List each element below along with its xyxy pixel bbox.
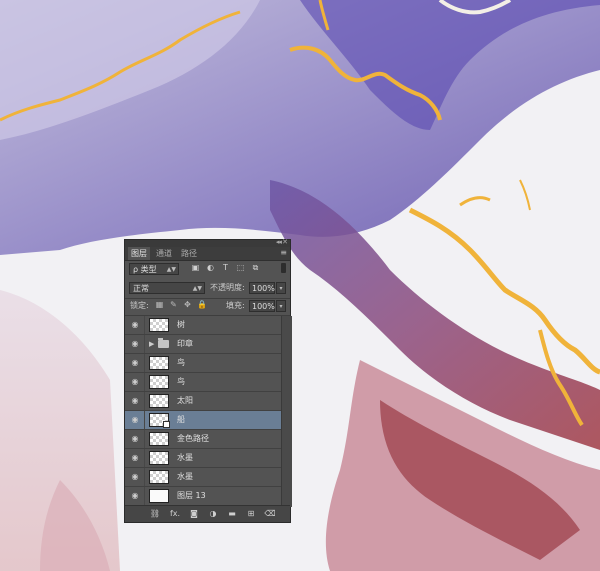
layer-thumbnail [149,451,169,465]
lock-all-icon[interactable]: 🔒 [197,300,207,310]
layer-row[interactable]: ◉ 水墨 [125,449,281,468]
fill-label: 填充: [226,301,245,310]
filter-pixel-icon[interactable]: ▣ [191,263,200,272]
layers-panel: ◂◂ ✕ 图层 通道 路径 ≡ ρ 类型 ▲▼ ▣ ◐ T ⬚ ⧉ 正常 ▲▼ … [124,238,292,523]
panel-bottom-toolbar: ⛓ fx. ◙ ◑ ▬ ⊞ ⌫ [125,505,290,522]
layer-row[interactable]: ◉ 鸟 [125,373,281,392]
tab-layers[interactable]: 图层 [128,247,150,260]
layer-name: 树 [177,320,185,329]
panel-tabs: 图层 通道 路径 ≡ [125,247,290,261]
layer-thumbnail [149,470,169,484]
tab-channels[interactable]: 通道 [153,247,175,260]
blend-mode-value: 正常 [133,284,149,293]
layer-thumbnail [149,489,169,503]
lock-row: 锁定: ▦ ✎ ✥ 🔒 填充: 100% ▾ [125,298,290,316]
watercolor-artwork-canvas [0,0,600,571]
folder-icon[interactable]: ▬ [226,508,238,520]
filter-row: ρ 类型 ▲▼ ▣ ◐ T ⬚ ⧉ [125,261,290,278]
eye-icon[interactable]: ◉ [130,320,140,330]
opacity-dropdown-icon[interactable]: ▾ [276,282,286,294]
layer-thumbnail [149,318,169,332]
layer-thumbnail [149,394,169,408]
lock-label: 锁定: [130,301,149,310]
eye-icon[interactable]: ◉ [130,396,140,406]
layer-thumbnail [149,356,169,370]
collapse-icon[interactable]: ◂◂ ✕ [276,238,288,246]
layer-row-selected[interactable]: ◉ 船 [125,411,281,430]
layer-row[interactable]: ◉ 金色路径 [125,430,281,449]
folder-icon [158,338,169,348]
filter-kind-select[interactable]: ρ 类型 ▲▼ [129,263,179,275]
fill-input[interactable]: 100% [249,300,275,312]
filter-toggle[interactable] [281,263,286,273]
layer-name: 水墨 [177,472,193,481]
eye-icon[interactable]: ◉ [130,472,140,482]
opacity-input[interactable]: 100% [249,282,275,294]
chevron-down-icon: ▲▼ [166,266,176,273]
lock-pixels-icon[interactable]: ✎ [169,300,178,310]
layers-list: ◉ 树 ◉ ▶ 印章 ◉ 鸟 ◉ 鸟 ◉ 太阳 ◉ 船 ◉ 金色路径 ◉ 水墨 … [125,316,281,507]
blend-mode-select[interactable]: 正常 ▲▼ [129,282,205,294]
layer-row[interactable]: ◉ 太阳 [125,392,281,411]
eye-icon[interactable]: ◉ [130,434,140,444]
blend-row: 正常 ▲▼ 不透明度: 100% ▾ [125,279,290,299]
link-icon[interactable]: ⛓ [149,508,161,520]
filter-shape-icon[interactable]: ⬚ [236,263,245,272]
eye-icon[interactable]: ◉ [130,377,140,387]
fill-dropdown-icon[interactable]: ▾ [276,300,286,312]
panel-title-strip[interactable]: ◂◂ ✕ [125,238,290,247]
lock-transparent-icon[interactable]: ▦ [155,300,164,310]
opacity-label: 不透明度: [210,283,245,292]
tab-paths[interactable]: 路径 [178,247,200,260]
eye-icon[interactable]: ◉ [130,453,140,463]
filter-smart-object-icon[interactable]: ⧉ [251,263,260,272]
eye-icon[interactable]: ◉ [130,491,140,501]
layer-name: 鸟 [177,358,185,367]
layer-thumbnail [149,375,169,389]
mask-icon[interactable]: ◙ [188,508,200,520]
layer-name: 水墨 [177,453,193,462]
eye-icon[interactable]: ◉ [130,358,140,368]
eye-icon[interactable]: ◉ [130,339,140,349]
new-layer-icon[interactable]: ⊞ [245,508,257,520]
layer-name: 船 [177,415,185,424]
lock-position-icon[interactable]: ✥ [183,300,192,310]
panel-menu-icon[interactable]: ≡ [280,248,287,257]
filter-kind-value: ρ 类型 [133,265,157,274]
fx-icon[interactable]: fx. [169,508,181,520]
layer-row[interactable]: ◉ 树 [125,316,281,335]
layers-scrollbar[interactable] [281,316,292,507]
trash-icon[interactable]: ⌫ [264,508,276,520]
adjustment-icon[interactable]: ◑ [207,508,219,520]
filter-adjustment-icon[interactable]: ◐ [206,263,215,272]
layer-name: 金色路径 [177,434,209,443]
layer-name: 鸟 [177,377,185,386]
layer-group-row[interactable]: ◉ ▶ 印章 [125,335,281,354]
layer-row[interactable]: ◉ 图层 13 [125,487,281,506]
eye-icon[interactable]: ◉ [130,415,140,425]
layer-row[interactable]: ◉ 鸟 [125,354,281,373]
layer-name: 印章 [177,339,193,348]
layer-name: 太阳 [177,396,193,405]
filter-type-icon[interactable]: T [221,263,230,272]
layer-row[interactable]: ◉ 水墨 [125,468,281,487]
smart-object-badge-icon [163,421,170,428]
chevron-down-icon: ▲▼ [192,285,202,292]
layer-thumbnail [149,432,169,446]
expand-triangle-icon[interactable]: ▶ [149,335,154,353]
layer-name: 图层 13 [177,491,206,500]
